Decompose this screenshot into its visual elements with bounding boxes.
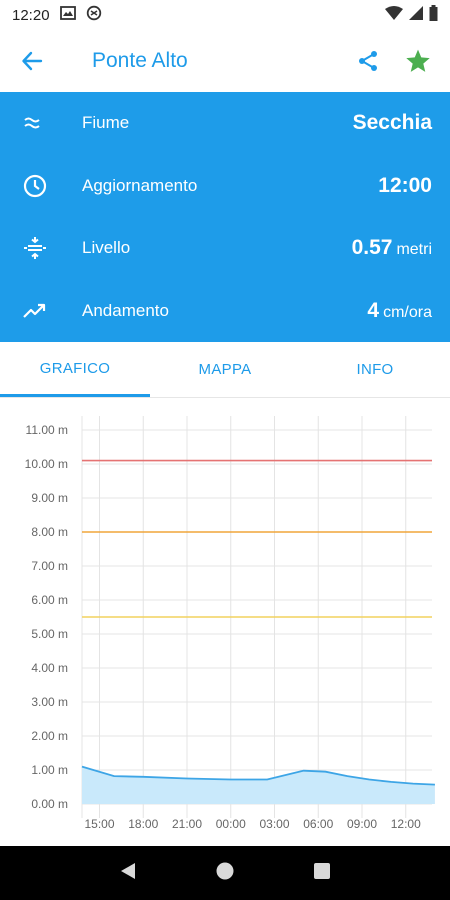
app-bar: Ponte Alto <box>0 30 450 92</box>
x-tick-label: 09:00 <box>347 817 377 831</box>
clock-icon <box>22 173 62 199</box>
level-chart-svg: 15:00 18:00 21:00 00:00 03:00 06:00 09:00 12:00… <box>25 416 435 831</box>
river-value: Secchia <box>352 111 432 135</box>
y-tick-label: 4.00 m <box>31 661 68 675</box>
page-title: Ponte Alto <box>92 49 188 72</box>
tab-mappa[interactable]: MAPPA <box>150 342 300 397</box>
system-nav-bar <box>0 846 450 900</box>
signal-icon <box>409 6 423 24</box>
trend-unit: cm/ora <box>383 303 432 321</box>
water-level-icon <box>22 235 62 261</box>
trend-label: Andamento <box>82 300 169 320</box>
x-tick-label: 12:00 <box>391 817 421 831</box>
tab-bar: GRAFICO MAPPA INFO <box>0 342 450 398</box>
y-tick-label: 5.00 m <box>31 627 68 641</box>
nav-recents-icon[interactable] <box>313 862 331 885</box>
share-icon[interactable] <box>352 45 384 77</box>
trend-value-wrap: 4 cm/ora <box>367 299 432 323</box>
river-label: Fiume <box>82 113 130 133</box>
status-bar: 12:20 <box>0 0 450 30</box>
x-tick-label: 15:00 <box>84 817 114 831</box>
status-time: 12:20 <box>12 6 50 24</box>
tab-info[interactable]: INFO <box>300 342 450 397</box>
station-info-panel: Fiume Secchia Aggiornamento 12:00 Livell… <box>0 92 450 342</box>
y-tick-label: 10.00 m <box>25 457 68 471</box>
level-unit: metri <box>396 241 432 259</box>
tab-grafico[interactable]: GRAFICO <box>0 342 150 397</box>
gallery-notification-icon <box>59 6 76 24</box>
back-arrow-icon[interactable] <box>16 45 48 77</box>
y-tick-label: 2.00 m <box>31 729 68 743</box>
update-value: 12:00 <box>378 173 432 197</box>
y-tick-label: 11.00 m <box>26 423 68 437</box>
trending-up-icon <box>22 301 62 321</box>
x-tick-label: 06:00 <box>303 817 333 831</box>
y-tick-label: 3.00 m <box>31 695 68 709</box>
nav-home-icon[interactable] <box>215 861 235 886</box>
y-tick-label: 8.00 m <box>31 525 68 539</box>
x-tick-label: 18:00 <box>128 817 158 831</box>
x-tick-label: 03:00 <box>259 817 289 831</box>
nav-back-icon[interactable] <box>119 861 137 886</box>
x-tick-label: 00:00 <box>216 817 246 831</box>
level-area <box>82 766 435 804</box>
trend-row: Andamento 4 cm/ora <box>22 280 432 343</box>
favorite-star-icon[interactable] <box>402 45 434 77</box>
y-tick-label: 7.00 m <box>31 559 68 573</box>
update-label: Aggiornamento <box>82 175 198 195</box>
level-chart: 15:00 18:00 21:00 00:00 03:00 06:00 09:00 12:00… <box>0 398 450 846</box>
y-tick-label: 1.00 m <box>31 763 68 777</box>
y-tick-label: 9.00 m <box>31 491 68 505</box>
y-tick-label: 0.00 m <box>31 797 68 811</box>
x-tick-label: 21:00 <box>172 817 202 831</box>
y-tick-label: 6.00 m <box>31 593 68 607</box>
river-row: Fiume Secchia <box>22 92 432 155</box>
wifi-icon <box>385 6 403 24</box>
level-value: 0.57 <box>351 236 393 260</box>
waves-icon <box>22 115 62 131</box>
trend-value: 4 <box>367 298 380 322</box>
level-value-wrap: 0.57 metri <box>352 236 432 260</box>
battery-icon <box>429 5 438 25</box>
update-row: Aggiornamento 12:00 <box>22 155 432 218</box>
level-label: Livello <box>82 238 131 258</box>
sync-notification-icon <box>86 5 102 25</box>
level-row: Livello 0.57 metri <box>22 217 432 280</box>
